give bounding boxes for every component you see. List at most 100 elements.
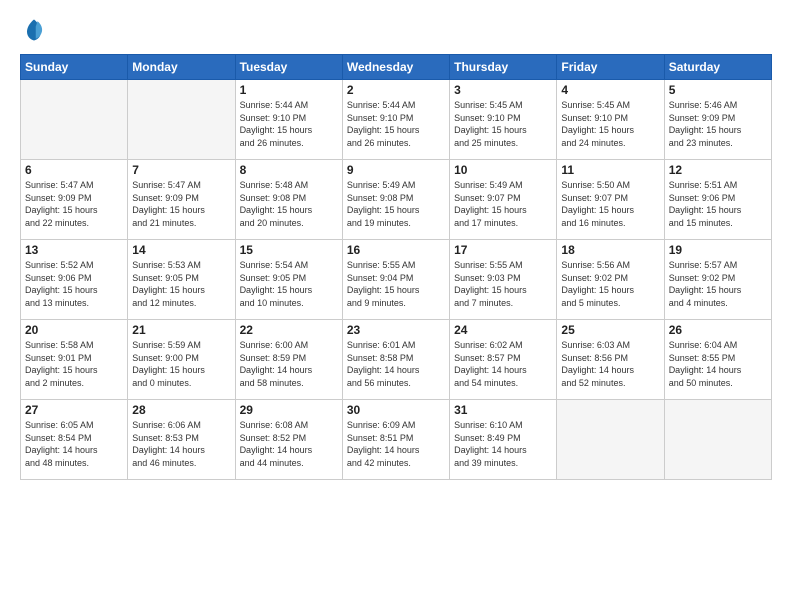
day-info: Sunrise: 5:45 AMSunset: 9:10 PMDaylight:… <box>561 99 659 149</box>
day-number: 1 <box>240 83 338 97</box>
logo-icon <box>20 16 48 44</box>
day-info: Sunrise: 5:56 AMSunset: 9:02 PMDaylight:… <box>561 259 659 309</box>
day-number: 8 <box>240 163 338 177</box>
calendar-cell: 11 Sunrise: 5:50 AMSunset: 9:07 PMDayligh… <box>557 160 664 240</box>
calendar-cell: 25 Sunrise: 6:03 AMSunset: 8:56 PMDayligh… <box>557 320 664 400</box>
week-row-2: 6 Sunrise: 5:47 AMSunset: 9:09 PMDaylight… <box>21 160 772 240</box>
day-number: 20 <box>25 323 123 337</box>
calendar-cell <box>128 80 235 160</box>
calendar-cell <box>557 400 664 480</box>
weekday-header-thursday: Thursday <box>450 55 557 80</box>
day-number: 17 <box>454 243 552 257</box>
day-info: Sunrise: 6:02 AMSunset: 8:57 PMDaylight:… <box>454 339 552 389</box>
calendar-cell: 30 Sunrise: 6:09 AMSunset: 8:51 PMDayligh… <box>342 400 449 480</box>
calendar-cell: 16Sunrise: 5:55 AMSunset: 9:04 PMDayligh… <box>342 240 449 320</box>
logo <box>20 16 52 44</box>
day-info: Sunrise: 6:10 AMSunset: 8:49 PMDaylight:… <box>454 419 552 469</box>
day-info: Sunrise: 5:59 AMSunset: 9:00 PMDaylight:… <box>132 339 230 389</box>
calendar-cell: 8 Sunrise: 5:48 AMSunset: 9:08 PMDaylight… <box>235 160 342 240</box>
day-info: Sunrise: 6:00 AMSunset: 8:59 PMDaylight:… <box>240 339 338 389</box>
day-number: 14 <box>132 243 230 257</box>
calendar-cell: 31Sunrise: 6:10 AMSunset: 8:49 PMDayligh… <box>450 400 557 480</box>
calendar-cell: 24 Sunrise: 6:02 AMSunset: 8:57 PMDayligh… <box>450 320 557 400</box>
calendar-cell: 19 Sunrise: 5:57 AMSunset: 9:02 PMDayligh… <box>664 240 771 320</box>
day-number: 27 <box>25 403 123 417</box>
calendar-cell: 28 Sunrise: 6:06 AMSunset: 8:53 PMDayligh… <box>128 400 235 480</box>
day-info: Sunrise: 5:48 AMSunset: 9:08 PMDaylight:… <box>240 179 338 229</box>
header <box>20 16 772 44</box>
weekday-header-friday: Friday <box>557 55 664 80</box>
calendar-cell: 18 Sunrise: 5:56 AMSunset: 9:02 PMDayligh… <box>557 240 664 320</box>
day-info: Sunrise: 6:06 AMSunset: 8:53 PMDaylight:… <box>132 419 230 469</box>
day-info: Sunrise: 5:46 AMSunset: 9:09 PMDaylight:… <box>669 99 767 149</box>
day-number: 2 <box>347 83 445 97</box>
day-number: 13 <box>25 243 123 257</box>
day-number: 7 <box>132 163 230 177</box>
calendar-cell: 20Sunrise: 5:58 AMSunset: 9:01 PMDayligh… <box>21 320 128 400</box>
day-info: Sunrise: 6:05 AMSunset: 8:54 PMDaylight:… <box>25 419 123 469</box>
day-number: 25 <box>561 323 659 337</box>
day-info: Sunrise: 5:49 AMSunset: 9:07 PMDaylight:… <box>454 179 552 229</box>
day-info: Sunrise: 5:55 AMSunset: 9:04 PMDaylight:… <box>347 259 445 309</box>
day-info: Sunrise: 5:50 AMSunset: 9:07 PMDaylight:… <box>561 179 659 229</box>
day-info: Sunrise: 5:45 AMSunset: 9:10 PMDaylight:… <box>454 99 552 149</box>
weekday-header-saturday: Saturday <box>664 55 771 80</box>
day-number: 21 <box>132 323 230 337</box>
calendar-cell: 5 Sunrise: 5:46 AMSunset: 9:09 PMDaylight… <box>664 80 771 160</box>
day-info: Sunrise: 5:53 AMSunset: 9:05 PMDaylight:… <box>132 259 230 309</box>
calendar-cell <box>21 80 128 160</box>
day-number: 29 <box>240 403 338 417</box>
day-number: 18 <box>561 243 659 257</box>
day-number: 19 <box>669 243 767 257</box>
calendar-cell: 4 Sunrise: 5:45 AMSunset: 9:10 PMDaylight… <box>557 80 664 160</box>
day-info: Sunrise: 6:09 AMSunset: 8:51 PMDaylight:… <box>347 419 445 469</box>
calendar-cell: 27 Sunrise: 6:05 AMSunset: 8:54 PMDayligh… <box>21 400 128 480</box>
day-number: 10 <box>454 163 552 177</box>
week-row-5: 27 Sunrise: 6:05 AMSunset: 8:54 PMDayligh… <box>21 400 772 480</box>
day-number: 6 <box>25 163 123 177</box>
calendar-cell: 2 Sunrise: 5:44 AMSunset: 9:10 PMDaylight… <box>342 80 449 160</box>
day-info: Sunrise: 6:03 AMSunset: 8:56 PMDaylight:… <box>561 339 659 389</box>
calendar-cell: 21 Sunrise: 5:59 AMSunset: 9:00 PMDayligh… <box>128 320 235 400</box>
day-info: Sunrise: 5:44 AMSunset: 9:10 PMDaylight:… <box>240 99 338 149</box>
day-info: Sunrise: 5:55 AMSunset: 9:03 PMDaylight:… <box>454 259 552 309</box>
day-info: Sunrise: 5:47 AMSunset: 9:09 PMDaylight:… <box>132 179 230 229</box>
day-info: Sunrise: 5:49 AMSunset: 9:08 PMDaylight:… <box>347 179 445 229</box>
day-number: 4 <box>561 83 659 97</box>
day-number: 22 <box>240 323 338 337</box>
calendar-cell: 15 Sunrise: 5:54 AMSunset: 9:05 PMDayligh… <box>235 240 342 320</box>
calendar-cell: 13 Sunrise: 5:52 AMSunset: 9:06 PMDayligh… <box>21 240 128 320</box>
weekday-header-monday: Monday <box>128 55 235 80</box>
page: SundayMondayTuesdayWednesdayThursdayFrid… <box>0 0 792 612</box>
day-info: Sunrise: 5:57 AMSunset: 9:02 PMDaylight:… <box>669 259 767 309</box>
day-info: Sunrise: 5:51 AMSunset: 9:06 PMDaylight:… <box>669 179 767 229</box>
calendar-cell: 7 Sunrise: 5:47 AMSunset: 9:09 PMDaylight… <box>128 160 235 240</box>
weekday-header-tuesday: Tuesday <box>235 55 342 80</box>
calendar-cell: 3 Sunrise: 5:45 AMSunset: 9:10 PMDaylight… <box>450 80 557 160</box>
day-info: Sunrise: 5:52 AMSunset: 9:06 PMDaylight:… <box>25 259 123 309</box>
day-number: 30 <box>347 403 445 417</box>
calendar-cell <box>664 400 771 480</box>
day-info: Sunrise: 5:54 AMSunset: 9:05 PMDaylight:… <box>240 259 338 309</box>
day-number: 24 <box>454 323 552 337</box>
day-info: Sunrise: 5:47 AMSunset: 9:09 PMDaylight:… <box>25 179 123 229</box>
day-number: 11 <box>561 163 659 177</box>
day-info: Sunrise: 5:44 AMSunset: 9:10 PMDaylight:… <box>347 99 445 149</box>
day-number: 28 <box>132 403 230 417</box>
day-number: 3 <box>454 83 552 97</box>
day-number: 9 <box>347 163 445 177</box>
weekday-header-sunday: Sunday <box>21 55 128 80</box>
calendar-cell: 22 Sunrise: 6:00 AMSunset: 8:59 PMDayligh… <box>235 320 342 400</box>
calendar-cell: 12Sunrise: 5:51 AMSunset: 9:06 PMDayligh… <box>664 160 771 240</box>
week-row-1: 1 Sunrise: 5:44 AMSunset: 9:10 PMDaylight… <box>21 80 772 160</box>
calendar-cell: 10 Sunrise: 5:49 AMSunset: 9:07 PMDayligh… <box>450 160 557 240</box>
weekday-header-wednesday: Wednesday <box>342 55 449 80</box>
week-row-4: 20Sunrise: 5:58 AMSunset: 9:01 PMDayligh… <box>21 320 772 400</box>
day-number: 5 <box>669 83 767 97</box>
day-number: 23 <box>347 323 445 337</box>
calendar-cell: 17 Sunrise: 5:55 AMSunset: 9:03 PMDayligh… <box>450 240 557 320</box>
day-number: 15 <box>240 243 338 257</box>
calendar-cell: 23Sunrise: 6:01 AMSunset: 8:58 PMDayligh… <box>342 320 449 400</box>
calendar-cell: 29Sunrise: 6:08 AMSunset: 8:52 PMDayligh… <box>235 400 342 480</box>
weekday-header-row: SundayMondayTuesdayWednesdayThursdayFrid… <box>21 55 772 80</box>
